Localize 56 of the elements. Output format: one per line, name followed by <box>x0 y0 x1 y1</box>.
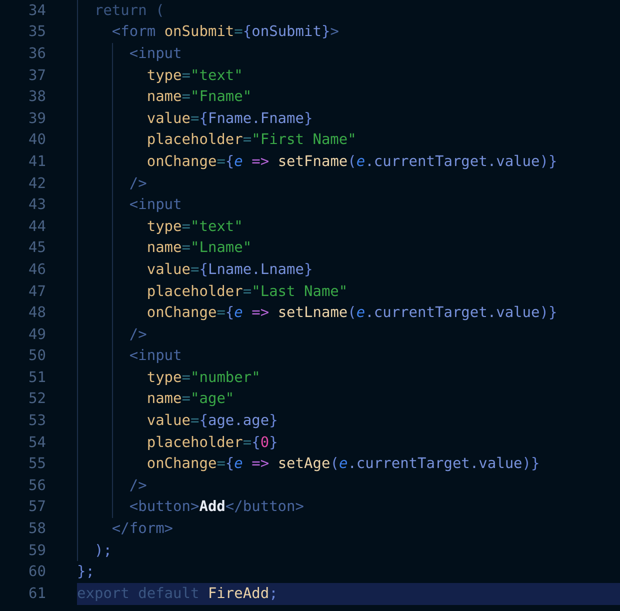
line-number: 51 <box>28 370 46 386</box>
line-number: 35 <box>28 24 46 40</box>
line-number: 47 <box>28 284 46 300</box>
code-line: /> <box>128 326 147 343</box>
code-line: /> <box>128 478 147 494</box>
line-number: 40 <box>28 132 46 148</box>
code-line: onChange={e => setLname(e.currentTarget.value)} <box>146 305 558 322</box>
line-number: 57 <box>28 499 46 516</box>
line-number: 58 <box>28 521 46 538</box>
code-line: onChange={e => setAge(e.currentTarget.value)} <box>146 456 540 472</box>
code-line: <button>Add</button> <box>128 499 304 516</box>
line-number: 38 <box>28 89 46 106</box>
line-number: 50 <box>28 348 46 364</box>
line-number: 37 <box>28 68 46 84</box>
line-number: 54 <box>28 434 46 451</box>
line-number: 55 <box>28 456 46 472</box>
code-line: value={Lname.Lname} <box>146 262 313 278</box>
code-line: return ( <box>93 2 164 19</box>
line-number: 43 <box>28 197 46 214</box>
code-line: type="number" <box>146 370 260 386</box>
line-number: 42 <box>28 176 46 192</box>
code-line: ); <box>93 542 112 559</box>
line-number: 46 <box>28 262 46 278</box>
line-number: 53 <box>28 413 46 430</box>
code-line: <form onSubmit={onSubmit}> <box>110 24 339 40</box>
code-line: placeholder={0} <box>146 434 278 451</box>
code-line: <input <box>128 197 182 214</box>
code-line: value={age.age} <box>146 413 278 430</box>
line-number: 48 <box>28 305 46 322</box>
line-number: 41 <box>28 154 46 170</box>
line-number: 59 <box>28 542 46 559</box>
code-line: name="Fname" <box>146 89 252 106</box>
line-number: 39 <box>28 110 46 127</box>
code-line: name="age" <box>146 391 234 408</box>
code-line: <input <box>128 46 182 62</box>
code-line: value={Fname.Fname} <box>146 110 313 127</box>
line-number: 56 <box>28 478 46 494</box>
code-line: </form> <box>110 521 174 538</box>
code-line: /> <box>128 176 147 192</box>
line-number: 44 <box>28 218 46 235</box>
line-number: 34 <box>28 2 46 19</box>
line-number: 61 <box>28 586 46 602</box>
code-line: name="Lname" <box>146 240 252 256</box>
code-line: type="text" <box>146 218 243 235</box>
line-number: 52 <box>28 391 46 408</box>
line-number: 49 <box>28 326 46 343</box>
code-line: placeholder="First Name" <box>146 132 356 148</box>
line-number: 45 <box>28 240 46 256</box>
line-number: 36 <box>28 46 46 62</box>
code-line: }; <box>77 564 94 580</box>
code-line: type="text" <box>146 68 243 84</box>
code-line: onChange={e => setFname(e.currentTarget.value)} <box>146 154 558 170</box>
code-line: export default FireAdd; <box>77 586 278 602</box>
code-line: placeholder="Last Name" <box>146 284 348 300</box>
line-number: 60 <box>28 564 46 580</box>
code-line: <input <box>128 348 182 364</box>
